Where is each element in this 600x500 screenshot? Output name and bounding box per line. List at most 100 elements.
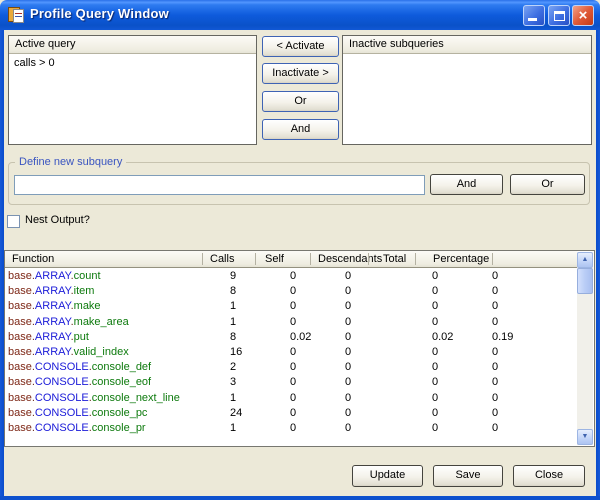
table-row[interactable]: base.CONSOLE.console_def20000 <box>5 360 577 375</box>
self-cell: 0 <box>290 284 296 299</box>
minimize-button[interactable] <box>523 5 545 26</box>
close-dialog-button[interactable]: Close <box>513 465 585 487</box>
inactive-subqueries-list[interactable]: Inactive subqueries <box>342 35 592 145</box>
inactivate-button[interactable]: Inactivate > <box>262 63 339 84</box>
window-frame-right <box>596 30 600 500</box>
table-row[interactable]: base.ARRAY.make_area10000 <box>5 315 577 330</box>
subquery-or-button[interactable]: Or <box>510 174 585 195</box>
function-cell: base.CONSOLE.console_next_line <box>8 391 180 406</box>
self-cell: 0 <box>290 406 296 421</box>
self-cell: 0 <box>290 315 296 330</box>
scroll-up-icon: ▲ <box>582 256 589 263</box>
percentage-cell: 0 <box>492 284 498 299</box>
function-cell: base.CONSOLE.console_pr <box>8 421 146 436</box>
close-icon: × <box>573 6 593 25</box>
scroll-up-button[interactable]: ▲ <box>577 252 593 268</box>
percentage-cell: 0 <box>492 269 498 284</box>
total-cell: 0 <box>432 375 438 390</box>
descendants-cell: 0 <box>345 421 351 436</box>
percentage-cell: 0 <box>492 406 498 421</box>
total-cell: 0 <box>432 345 438 360</box>
calls-cell: 24 <box>230 406 242 421</box>
calls-cell: 3 <box>230 375 236 390</box>
self-cell: 0 <box>290 345 296 360</box>
or-combine-button[interactable]: Or <box>262 91 339 112</box>
table-row[interactable]: base.ARRAY.valid_index160000 <box>5 345 577 360</box>
table-row[interactable]: base.ARRAY.count90000 <box>5 269 577 284</box>
table-row[interactable]: base.ARRAY.item80000 <box>5 284 577 299</box>
save-button[interactable]: Save <box>433 465 503 487</box>
calls-cell: 1 <box>230 299 236 314</box>
calls-cell: 1 <box>230 315 236 330</box>
titlebar: Profile Query Window × <box>0 0 600 30</box>
column-divider <box>310 253 311 265</box>
total-cell: 0 <box>432 406 438 421</box>
column-divider <box>492 253 493 265</box>
calls-cell: 8 <box>230 284 236 299</box>
active-query-item[interactable]: calls > 0 <box>9 54 256 70</box>
percentage-cell: 0 <box>492 315 498 330</box>
percentage-cell: 0 <box>492 391 498 406</box>
descendants-cell: 0 <box>345 299 351 314</box>
descendants-cell: 0 <box>345 330 351 345</box>
descendants-cell: 0 <box>345 315 351 330</box>
percentage-cell: 0 <box>492 375 498 390</box>
function-cell: base.CONSOLE.console_pc <box>8 406 147 421</box>
column-header-total[interactable]: Total <box>383 252 406 267</box>
window-title: Profile Query Window <box>30 6 169 21</box>
calls-cell: 9 <box>230 269 236 284</box>
profile-query-window: Profile Query Window × Active query call… <box>0 0 600 500</box>
scroll-down-button[interactable]: ▼ <box>577 429 593 445</box>
close-button[interactable]: × <box>572 5 594 26</box>
table-row[interactable]: base.CONSOLE.console_pr10000 <box>5 421 577 436</box>
function-cell: base.ARRAY.item <box>8 284 94 299</box>
table-row[interactable]: base.ARRAY.put80.0200.020.19 <box>5 330 577 345</box>
function-cell: base.ARRAY.count <box>8 269 101 284</box>
descendants-cell: 0 <box>345 391 351 406</box>
table-row[interactable]: base.CONSOLE.console_eof30000 <box>5 375 577 390</box>
self-cell: 0 <box>290 375 296 390</box>
function-cell: base.ARRAY.put <box>8 330 89 345</box>
maximize-button[interactable] <box>548 5 570 26</box>
scroll-down-icon: ▼ <box>582 433 589 440</box>
calls-cell: 1 <box>230 391 236 406</box>
function-cell: base.ARRAY.make <box>8 299 101 314</box>
calls-cell: 2 <box>230 360 236 375</box>
nest-output-checkbox[interactable] <box>7 215 20 228</box>
descendants-cell: 0 <box>345 406 351 421</box>
total-cell: 0 <box>432 315 438 330</box>
percentage-cell: 0.19 <box>492 330 513 345</box>
profile-results-table: Function Calls Self Descendants Total Pe… <box>4 250 595 447</box>
minimize-icon <box>528 18 537 21</box>
column-header-calls[interactable]: Calls <box>210 252 234 267</box>
active-query-list[interactable]: Active query calls > 0 <box>8 35 257 145</box>
percentage-cell: 0 <box>492 345 498 360</box>
function-cell: base.CONSOLE.console_eof <box>8 375 151 390</box>
window-frame-bottom <box>0 496 600 500</box>
percentage-cell: 0 <box>492 421 498 436</box>
self-cell: 0 <box>290 391 296 406</box>
self-cell: 0 <box>290 269 296 284</box>
and-combine-button[interactable]: And <box>262 119 339 140</box>
table-row[interactable]: base.CONSOLE.console_pc 24 0 0 0 0 <box>5 406 577 421</box>
scrollbar-thumb[interactable] <box>577 268 593 294</box>
column-header-function[interactable]: Function <box>12 252 54 267</box>
descendants-cell: 0 <box>345 269 351 284</box>
descendants-cell: 0 <box>345 284 351 299</box>
total-cell: 0 <box>432 299 438 314</box>
activate-button[interactable]: < Activate <box>262 36 339 57</box>
table-row[interactable]: base.CONSOLE.console_next_line10000 <box>5 391 577 406</box>
update-button[interactable]: Update <box>352 465 423 487</box>
subquery-input[interactable] <box>14 175 425 195</box>
vertical-scrollbar[interactable]: ▲ ▼ <box>577 252 593 445</box>
nest-output-label: Nest Output? <box>25 214 90 226</box>
descendants-cell: 0 <box>345 345 351 360</box>
column-header-percentage[interactable]: Percentage <box>433 252 489 267</box>
column-divider <box>255 253 256 265</box>
column-header-self[interactable]: Self <box>265 252 284 267</box>
subquery-and-button[interactable]: And <box>430 174 503 195</box>
active-query-header: Active query <box>9 36 256 54</box>
table-row[interactable]: base.ARRAY.make10000 <box>5 299 577 314</box>
column-header-descendants[interactable]: Descendants <box>318 252 382 267</box>
inactive-subqueries-header: Inactive subqueries <box>343 36 591 54</box>
